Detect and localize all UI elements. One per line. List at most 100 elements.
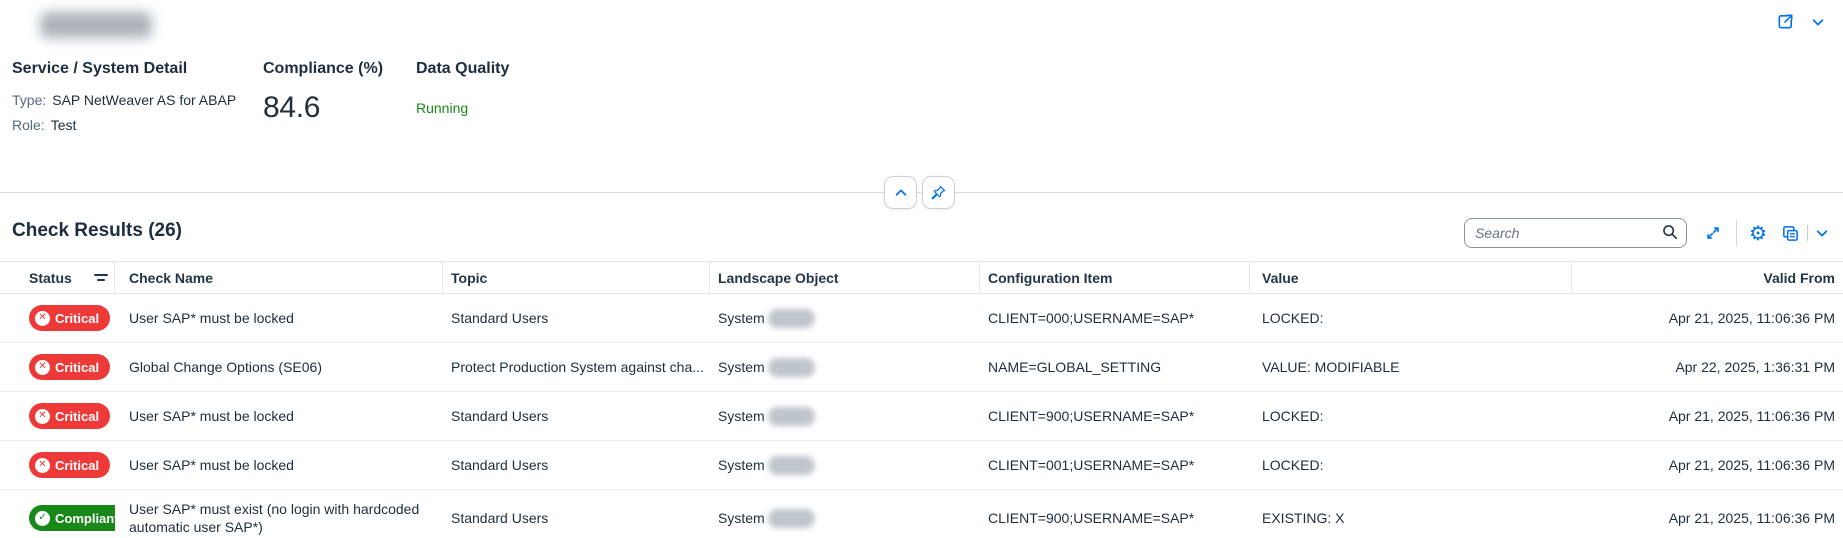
topic-cell: Standard Users xyxy=(443,490,710,538)
redacted-system-name xyxy=(768,309,815,328)
status-badge-icon: ✕ xyxy=(35,458,50,473)
value-cell: EXISTING: X xyxy=(1250,490,1572,538)
configuration-item-cell: CLIENT=000;USERNAME=SAP* xyxy=(980,294,1250,342)
collapse-header-button[interactable] xyxy=(884,176,917,209)
header-menu-chevron-down-icon[interactable] xyxy=(1811,15,1825,29)
column-header-value[interactable]: Value xyxy=(1250,262,1572,293)
status-sort-icon[interactable] xyxy=(94,274,108,281)
app-window: Service / System Detail Type:SAP NetWeav… xyxy=(0,0,1843,538)
toolbar-separator xyxy=(1736,220,1737,246)
role-field: Role:Test xyxy=(12,117,236,133)
column-header-configuration-item[interactable]: Configuration Item xyxy=(980,262,1250,293)
table-header-row: Status Check Name Topic Landscape Object… xyxy=(0,261,1843,294)
column-header-valid-from[interactable]: Valid From xyxy=(1572,262,1843,293)
page-title-redacted xyxy=(40,12,152,38)
column-header-landscape-object[interactable]: Landscape Object xyxy=(710,262,980,293)
landscape-object-cell: System xyxy=(710,294,980,342)
topic-cell: Standard Users xyxy=(443,392,710,440)
kpi-service-system-detail: Service / System Detail Type:SAP NetWeav… xyxy=(12,60,236,133)
type-value: SAP NetWeaver AS for ABAP xyxy=(52,92,236,108)
column-header-label: Status xyxy=(29,270,72,286)
expand-fullscreen-icon[interactable] xyxy=(1704,224,1722,242)
data-quality-status: Running xyxy=(416,100,509,116)
table-row[interactable]: ✕ Critical User SAP* must be locked Stan… xyxy=(0,294,1843,343)
check-name-cell: User SAP* must be locked xyxy=(115,441,443,489)
table-row[interactable]: ✓ Compliant User SAP* must exist (no log… xyxy=(0,490,1843,538)
status-cell: ✕ Critical xyxy=(0,392,115,440)
search-field xyxy=(1464,218,1687,248)
status-badge-icon: ✕ xyxy=(35,409,50,424)
column-header-topic[interactable]: Topic xyxy=(443,262,710,293)
type-label: Type: xyxy=(12,92,46,108)
check-name-cell: User SAP* must be locked xyxy=(115,392,443,440)
column-header-label: Check Name xyxy=(129,270,213,286)
column-header-label: Configuration Item xyxy=(988,270,1112,286)
column-header-status[interactable]: Status xyxy=(0,262,115,293)
redacted-system-name xyxy=(768,509,815,528)
valid-from-cell: Apr 21, 2025, 11:06:36 PM xyxy=(1572,441,1843,489)
value-cell: LOCKED: xyxy=(1250,294,1572,342)
share-icon[interactable] xyxy=(1776,12,1795,31)
column-header-label: Valid From xyxy=(1763,270,1835,286)
check-name-cell: User SAP* must be locked xyxy=(115,294,443,342)
status-cell: ✕ Critical xyxy=(0,294,115,342)
table-row[interactable]: ✕ Critical User SAP* must be locked Stan… xyxy=(0,392,1843,441)
status-badge-label: Critical xyxy=(55,311,99,326)
status-cell: ✕ Critical xyxy=(0,441,115,489)
column-header-label: Value xyxy=(1262,270,1299,286)
redacted-system-name xyxy=(768,456,815,475)
table-row[interactable]: ✕ Critical Global Change Options (SE06) … xyxy=(0,343,1843,392)
status-badge-icon: ✕ xyxy=(35,311,50,326)
table-title: Check Results (26) xyxy=(12,220,182,242)
compliance-value: 84.6 xyxy=(263,91,383,125)
toolbar-separator-small xyxy=(1807,225,1808,241)
status-badge: ✕ Critical xyxy=(29,403,110,429)
landscape-object-cell: System xyxy=(710,343,980,391)
kpi-label: Data Quality xyxy=(416,60,509,78)
configuration-item-cell: CLIENT=001;USERNAME=SAP* xyxy=(980,441,1250,489)
landscape-object-cell: System xyxy=(710,392,980,440)
chevron-up-icon xyxy=(894,186,908,200)
configuration-item-cell: CLIENT=900;USERNAME=SAP* xyxy=(980,490,1250,538)
search-input[interactable] xyxy=(1464,218,1687,248)
status-cell: ✓ Compliant xyxy=(0,490,115,538)
status-badge-label: Critical xyxy=(55,409,99,424)
check-results-panel: Check Results (26) ⚙ xyxy=(0,194,1843,538)
pushpin-icon xyxy=(930,184,947,201)
status-badge-label: Compliant xyxy=(55,511,115,526)
configuration-item-cell: CLIENT=900;USERNAME=SAP* xyxy=(980,392,1250,440)
kpi-compliance: Compliance (%) 84.6 xyxy=(263,60,383,125)
header-actions xyxy=(1776,12,1825,31)
valid-from-cell: Apr 21, 2025, 11:06:36 PM xyxy=(1572,490,1843,538)
topic-cell: Protect Production System against cha... xyxy=(443,343,710,391)
landscape-object-cell: System xyxy=(710,490,980,538)
pin-header-button[interactable] xyxy=(922,176,955,209)
status-badge-label: Critical xyxy=(55,458,99,473)
topic-cell: Standard Users xyxy=(443,294,710,342)
status-badge-icon: ✓ xyxy=(35,511,50,526)
value-cell: VALUE: MODIFIABLE xyxy=(1250,343,1572,391)
value-cell: LOCKED: xyxy=(1250,441,1572,489)
kpi-label: Compliance (%) xyxy=(263,60,383,78)
valid-from-cell: Apr 21, 2025, 11:06:36 PM xyxy=(1572,294,1843,342)
status-badge-icon: ✕ xyxy=(35,360,50,375)
status-badge: ✕ Critical xyxy=(29,354,110,380)
table-row[interactable]: ✕ Critical User SAP* must be locked Stan… xyxy=(0,441,1843,490)
settings-gear-icon[interactable]: ⚙ xyxy=(1749,223,1767,243)
table-menu-chevron-down-icon[interactable] xyxy=(1815,226,1829,240)
type-field: Type: SAP NetWeaver AS for ABAP xyxy=(12,92,236,108)
column-header-check-name[interactable]: Check Name xyxy=(115,262,443,293)
status-cell: ✕ Critical xyxy=(0,343,115,391)
status-badge: ✓ Compliant xyxy=(29,505,115,531)
landscape-object-cell: System xyxy=(710,441,980,489)
check-name-cell: User SAP* must exist (no login with hard… xyxy=(115,490,443,538)
role-label: Role: xyxy=(12,117,45,133)
kpi-data-quality: Data Quality Running xyxy=(416,60,509,116)
status-badge-label: Critical xyxy=(55,360,99,375)
copy-export-icon[interactable] xyxy=(1781,224,1800,243)
search-icon[interactable] xyxy=(1661,223,1679,246)
check-name-cell: Global Change Options (SE06) xyxy=(115,343,443,391)
header-collapse-bar xyxy=(884,176,955,209)
redacted-system-name xyxy=(768,407,815,426)
redacted-system-name xyxy=(768,358,815,377)
